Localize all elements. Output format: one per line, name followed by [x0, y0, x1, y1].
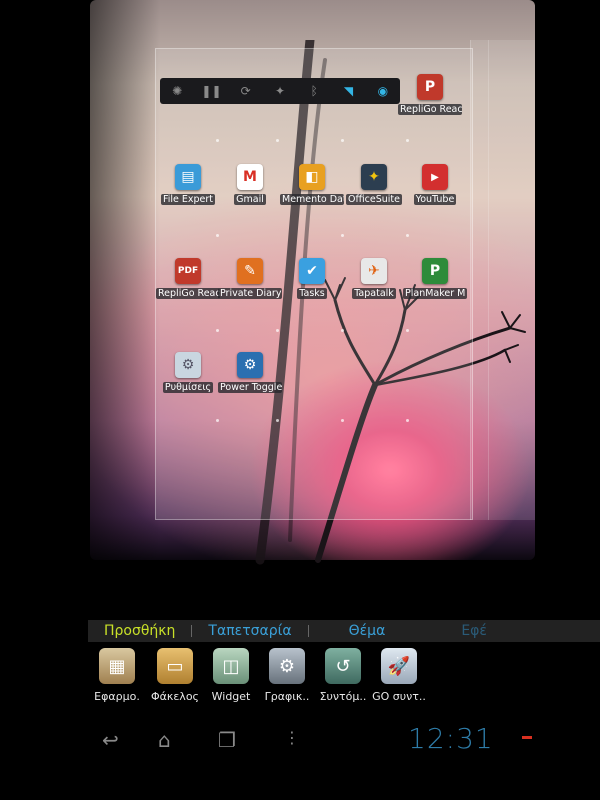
grid-marker	[341, 419, 344, 422]
grid-marker	[276, 419, 279, 422]
shortcut-icon: ↺	[325, 648, 361, 684]
pause-icon[interactable]: ❚❚	[201, 84, 221, 98]
database-icon: ◧	[299, 164, 325, 190]
tab-theme[interactable]: Θέμα	[309, 623, 446, 639]
grid-marker	[341, 139, 344, 142]
app-repligo-reader-top[interactable]: P RepliGo Reac	[398, 74, 462, 119]
grid-marker	[406, 139, 409, 142]
app-repligo-reader[interactable]: PDF RepliGo Read	[156, 258, 220, 303]
add-go-shortcut-button[interactable]: 🚀 GO συντ..	[370, 648, 428, 703]
bluetooth-icon[interactable]: ᛒ	[304, 84, 324, 98]
office-icon: ✦	[361, 164, 387, 190]
app-gmail[interactable]: M Gmail	[218, 164, 282, 209]
tab-add[interactable]: Προσθήκη	[88, 623, 191, 639]
apps-box-icon: ▦	[99, 648, 135, 684]
grid-marker	[406, 234, 409, 237]
home-icon[interactable]: ⌂	[158, 728, 171, 752]
app-label: RepliGo Reac	[398, 104, 462, 115]
graphics-gear-icon: ⚙	[269, 648, 305, 684]
wallpaper-shade	[90, 0, 160, 560]
pdf-reader-icon: P	[417, 74, 443, 100]
add-item-label: Widget	[211, 690, 251, 703]
settings-icon: ⚙	[175, 352, 201, 378]
grid-marker	[341, 329, 344, 332]
gear-icon: ⚙	[237, 352, 263, 378]
grid-marker	[276, 329, 279, 332]
app-planmaker[interactable]: P PlanMaker M	[403, 258, 467, 303]
grid-marker	[276, 139, 279, 142]
add-widget-button[interactable]: ◫ Widget	[202, 648, 260, 703]
menu-icon[interactable]: ⋮	[284, 728, 300, 747]
app-power-toggle[interactable]: ⚙ Power Toggle	[218, 352, 282, 397]
sync-icon[interactable]: ⟳	[236, 84, 256, 98]
add-apps-button[interactable]: ▦ Εφαρμο.	[88, 648, 146, 703]
app-label: YouTube	[413, 194, 457, 205]
folder-icon: ▭	[157, 648, 193, 684]
add-item-label: Φάκελος	[150, 690, 200, 703]
brightness-icon[interactable]: ✺	[167, 84, 187, 98]
app-tapatalk[interactable]: ✈ Tapatalk	[342, 258, 406, 303]
location-icon[interactable]: ◉	[373, 84, 393, 98]
app-label: Gmail	[234, 194, 266, 205]
app-label: File Expert	[160, 194, 216, 205]
grid-marker	[341, 234, 344, 237]
grid-marker	[216, 139, 219, 142]
app-memento-database[interactable]: ◧ Memento Dat	[280, 164, 344, 209]
add-folder-button[interactable]: ▭ Φάκελος	[146, 648, 204, 703]
app-private-diary[interactable]: ✎ Private Diary	[218, 258, 282, 303]
app-label: Private Diary	[218, 288, 282, 299]
app-settings[interactable]: ⚙ Ρυθμίσεις	[156, 352, 220, 397]
app-file-expert[interactable]: ▤ File Expert	[156, 164, 220, 209]
diary-icon: ✎	[237, 258, 263, 284]
notification-indicator[interactable]	[522, 736, 532, 739]
tasks-icon: ✔	[299, 258, 325, 284]
app-label: OfficeSuite	[346, 194, 402, 205]
grid-marker	[406, 329, 409, 332]
app-youtube[interactable]: ▶ YouTube	[403, 164, 467, 209]
rocket-icon: 🚀	[381, 648, 417, 684]
power-control-widget[interactable]: ✺ ❚❚ ⟳ ✦ ᛒ ◥ ◉	[160, 78, 400, 104]
edit-mode-tab-bar: Προσθήκη Ταπετσαρία Θέμα Εφέ	[88, 620, 600, 642]
app-label: RepliGo Read	[156, 288, 220, 299]
add-item-label: Γραφικ..	[264, 690, 310, 703]
status-clock: 12:31	[408, 722, 494, 755]
gmail-icon: M	[237, 164, 263, 190]
forum-icon: ✈	[361, 258, 387, 284]
grid-marker	[216, 234, 219, 237]
file-manager-icon: ▤	[175, 164, 201, 190]
app-label: Tapatalk	[352, 288, 396, 299]
widget-icon: ◫	[213, 648, 249, 684]
back-icon[interactable]: ↩	[102, 728, 119, 752]
grid-marker	[406, 419, 409, 422]
add-graphics-button[interactable]: ⚙ Γραφικ..	[258, 648, 316, 703]
app-label: Ρυθμίσεις	[162, 382, 214, 393]
app-label: Tasks	[297, 288, 327, 299]
add-item-label: GO συντ..	[372, 690, 426, 703]
app-label: Memento Dat	[280, 194, 344, 205]
wifi-icon[interactable]: ◥	[339, 84, 359, 98]
grid-marker	[216, 329, 219, 332]
tab-wallpaper[interactable]: Ταπετσαρία	[192, 623, 307, 639]
system-navigation-bar: ↩ ⌂ ❐ ⋮	[0, 718, 600, 762]
app-tasks[interactable]: ✔ Tasks	[280, 258, 344, 303]
youtube-icon: ▶	[422, 164, 448, 190]
grid-marker	[216, 419, 219, 422]
add-item-label: Εφαρμο.	[94, 690, 140, 703]
pdf-reader-icon: PDF	[175, 258, 201, 284]
app-officesuite[interactable]: ✦ OfficeSuite	[342, 164, 406, 209]
gps-icon[interactable]: ✦	[270, 84, 290, 98]
add-item-label: Συντόμ..	[319, 690, 367, 703]
recent-apps-icon[interactable]: ❐	[218, 728, 236, 752]
spreadsheet-icon: P	[422, 258, 448, 284]
add-shortcut-button[interactable]: ↺ Συντόμ..	[314, 648, 372, 703]
app-label: PlanMaker M	[403, 288, 467, 299]
tab-effects[interactable]: Εφέ	[445, 623, 503, 639]
app-label: Power Toggle	[218, 382, 282, 393]
